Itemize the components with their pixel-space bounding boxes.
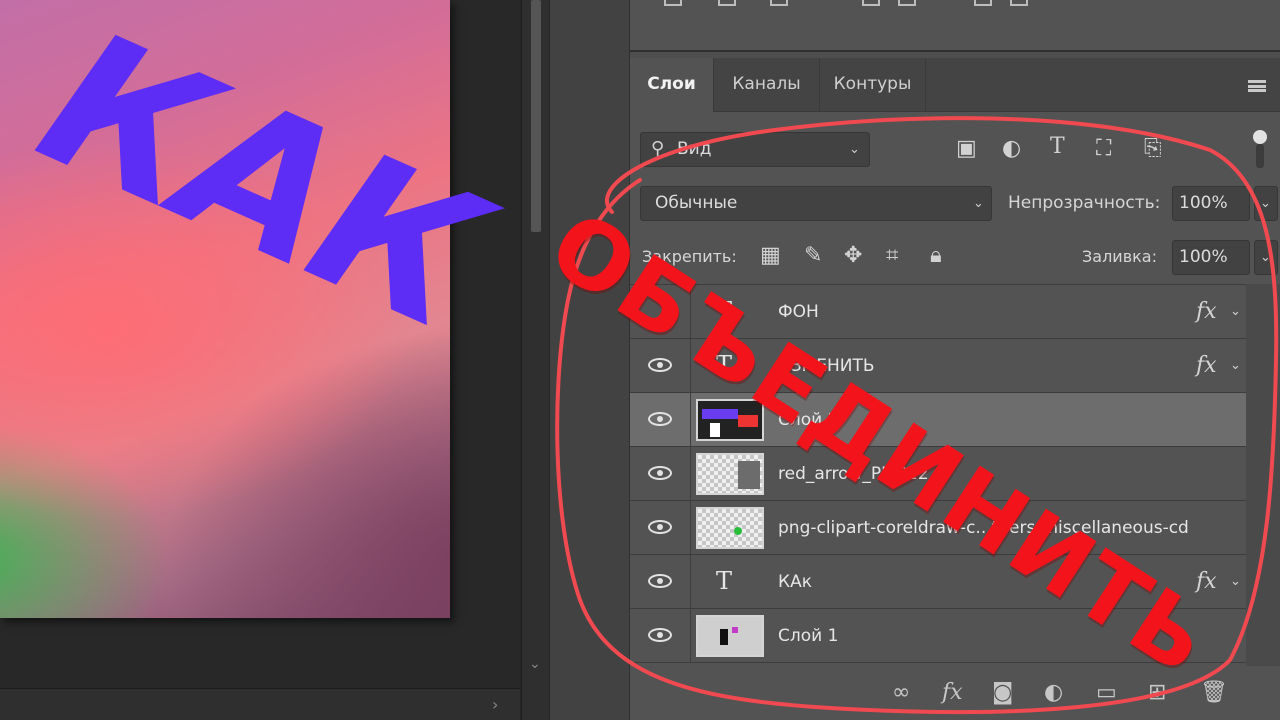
visibility-eye-icon[interactable] bbox=[648, 466, 672, 480]
tab-layers[interactable]: Слои bbox=[630, 58, 714, 112]
layer-thumbnail bbox=[696, 507, 764, 549]
layer-thumbnail bbox=[696, 615, 764, 657]
chevron-down-icon: ⌄ bbox=[1260, 196, 1271, 211]
layer-filter-value: Вид bbox=[677, 139, 712, 159]
align-icon[interactable] bbox=[664, 0, 682, 6]
canvas-scroll-thumb[interactable] bbox=[531, 0, 541, 232]
distribute-icon[interactable] bbox=[898, 0, 916, 6]
panel-gutter bbox=[550, 0, 630, 720]
blend-mode-select[interactable]: Обычные ⌄ bbox=[640, 186, 992, 221]
new-adjustment-layer-icon[interactable]: ◐ bbox=[1044, 682, 1063, 704]
filter-toggle-switch[interactable] bbox=[1250, 130, 1270, 172]
document-canvas-area[interactable]: КАК bbox=[0, 0, 520, 720]
layer-list-scrollbar[interactable] bbox=[1246, 284, 1280, 666]
chevron-down-icon[interactable]: ⌄ bbox=[1230, 339, 1241, 393]
image-filter-icon[interactable]: ▣ bbox=[956, 138, 977, 160]
layer-filter-select[interactable]: ⚲ Вид ⌄ bbox=[640, 132, 870, 167]
lock-artboard-icon[interactable]: ⌗ bbox=[886, 245, 898, 267]
visibility-eye-icon[interactable] bbox=[648, 574, 672, 588]
fill-input[interactable]: 100% bbox=[1172, 240, 1250, 275]
add-mask-icon[interactable]: ◙ bbox=[992, 682, 1013, 704]
chevron-down-icon: ⌄ bbox=[849, 142, 860, 157]
blend-mode-value: Обычные bbox=[655, 193, 738, 213]
chevron-down-icon[interactable]: ⌄ bbox=[1230, 285, 1241, 339]
fill-label: Заливка: bbox=[1082, 247, 1157, 266]
scroll-down-arrow-icon[interactable]: ⌄ bbox=[529, 656, 541, 672]
align-icon[interactable] bbox=[770, 0, 788, 6]
search-icon: ⚲ bbox=[651, 138, 665, 159]
align-icon[interactable] bbox=[718, 0, 736, 6]
chevron-down-icon: ⌄ bbox=[973, 196, 984, 211]
layer-name[interactable]: Слой 1 bbox=[778, 609, 838, 663]
tab-paths[interactable]: Контуры bbox=[820, 58, 926, 112]
opacity-dropdown[interactable]: ⌄ bbox=[1254, 186, 1278, 221]
new-group-icon[interactable]: ▭ bbox=[1096, 682, 1117, 704]
layer-thumbnail bbox=[696, 453, 764, 495]
visibility-eye-icon[interactable] bbox=[648, 412, 672, 426]
smart-object-filter-icon[interactable]: ⎘ bbox=[1144, 138, 1162, 160]
distribute-icon[interactable] bbox=[862, 0, 880, 6]
opacity-label: Непрозрачность: bbox=[1008, 193, 1161, 213]
lock-image-pixels-icon[interactable]: ✎ bbox=[804, 245, 822, 267]
add-style-icon[interactable]: fx bbox=[942, 682, 963, 704]
opacity-input[interactable]: 100% bbox=[1172, 186, 1250, 221]
chevron-down-icon[interactable]: ⌄ bbox=[1230, 555, 1241, 609]
fill-dropdown[interactable]: ⌄ bbox=[1254, 240, 1278, 275]
lock-all-icon[interactable]: 🔒︎ bbox=[930, 245, 942, 267]
delete-layer-icon[interactable]: 🗑︎ bbox=[1200, 682, 1228, 704]
opacity-value: 100% bbox=[1179, 193, 1228, 213]
chevron-down-icon: ⌄ bbox=[1260, 250, 1271, 265]
distribute-icon[interactable] bbox=[974, 0, 992, 6]
canvas-horizontal-scrollbar[interactable]: › bbox=[0, 688, 520, 720]
fill-value: 100% bbox=[1179, 247, 1228, 267]
lock-transparent-pixels-icon[interactable]: ▦ bbox=[760, 245, 781, 267]
link-layers-icon[interactable]: ∞ bbox=[892, 682, 910, 704]
tab-channels[interactable]: Каналы bbox=[714, 58, 820, 112]
properties-panel-strip bbox=[630, 0, 1280, 52]
canvas-vertical-scrollbar[interactable]: ⌄ bbox=[521, 0, 549, 720]
document-text-kak: КАК bbox=[12, 0, 510, 372]
layer-name[interactable]: КАк bbox=[778, 555, 812, 609]
text-layer-icon: T bbox=[716, 567, 733, 595]
shape-filter-icon[interactable]: ⛶ bbox=[1096, 138, 1111, 160]
layer-effects-icon[interactable]: fx bbox=[1196, 285, 1217, 339]
type-filter-icon[interactable]: T bbox=[1050, 136, 1065, 158]
document-canvas[interactable]: КАК bbox=[0, 0, 510, 618]
panel-menu-icon[interactable] bbox=[1248, 80, 1266, 92]
panel-tabbar: Слои Каналы Контуры bbox=[630, 58, 1280, 112]
adjustment-filter-icon[interactable]: ◐ bbox=[1002, 138, 1021, 160]
distribute-icon[interactable] bbox=[1010, 0, 1028, 6]
visibility-eye-icon[interactable] bbox=[648, 628, 672, 642]
visibility-eye-icon[interactable] bbox=[648, 520, 672, 534]
lock-position-icon[interactable]: ✥ bbox=[844, 245, 862, 267]
scroll-right-arrow-icon[interactable]: › bbox=[492, 695, 498, 714]
layer-effects-icon[interactable]: fx bbox=[1196, 339, 1217, 393]
